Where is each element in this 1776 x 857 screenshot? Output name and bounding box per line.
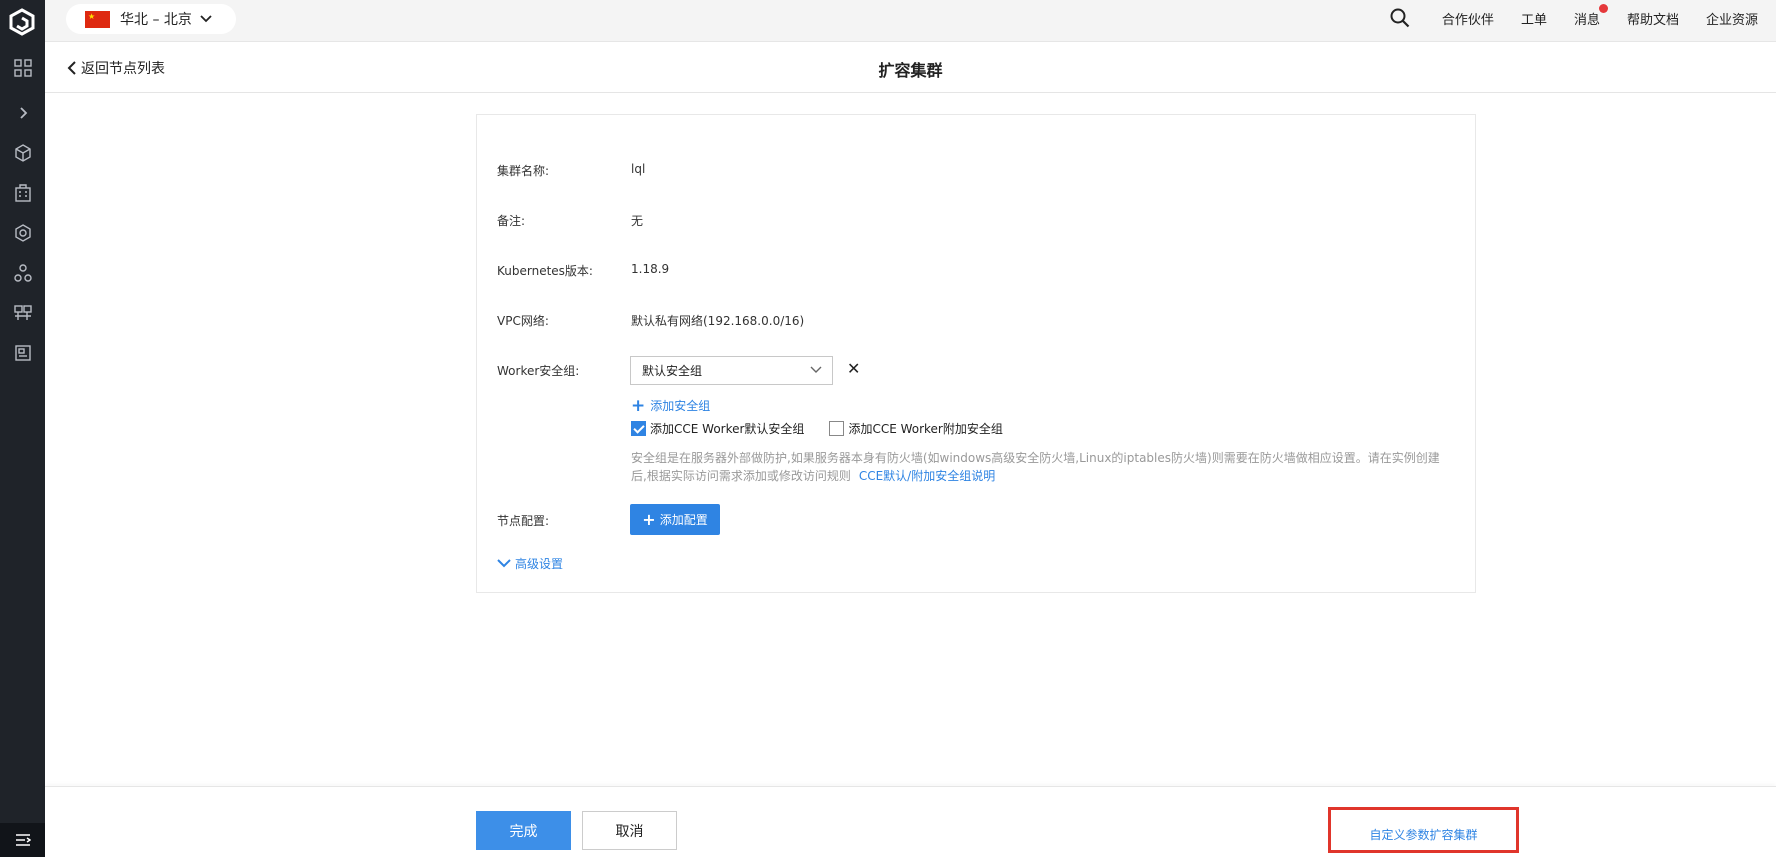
advanced-label: 高级设置 xyxy=(515,557,564,571)
top-nav: 合作伙伴 工单 消息 帮助文档 企业资源 xyxy=(1390,0,1776,36)
nav-messages[interactable]: 消息 xyxy=(1573,3,1608,28)
sg-checkbox-row: 添加CCE Worker默认安全组 添加CCE Worker附加安全组 xyxy=(631,420,1028,437)
dashboard-grid-icon[interactable] xyxy=(0,50,45,86)
worker-sg-select[interactable]: 默认安全组 xyxy=(630,356,833,385)
worker-sg-selected: 默认安全组 xyxy=(642,364,703,378)
chevron-down-icon xyxy=(200,15,212,23)
cce-default-sg-label[interactable]: 添加CCE Worker默认安全组 xyxy=(650,420,804,437)
add-config-button[interactable]: + 添加配置 xyxy=(630,504,720,535)
nav-enterprise[interactable]: 企业资源 xyxy=(1706,9,1758,28)
cluster-name-label: 集群名称: xyxy=(497,164,550,178)
add-sg-label: 添加安全组 xyxy=(650,399,711,413)
cancel-button[interactable]: 取消 xyxy=(582,811,677,850)
scale-cluster-form: 集群名称: lql 备注: 无 Kubernetes版本: 1.18.9 VPC… xyxy=(476,114,1476,593)
cce-extra-sg-label[interactable]: 添加CCE Worker附加安全组 xyxy=(848,420,1002,437)
custom-params-label: 自定义参数扩容集群 xyxy=(1369,827,1478,842)
custom-params-scale-link[interactable]: 自定义参数扩容集群 xyxy=(1328,807,1519,853)
image-registry-icon[interactable] xyxy=(0,335,45,371)
region-selector[interactable]: ★ 华北 – 北京 xyxy=(66,4,236,34)
search-icon[interactable] xyxy=(1390,8,1410,28)
add-config-label: 添加配置 xyxy=(659,513,708,527)
k8s-version-label: Kubernetes版本: xyxy=(497,264,593,278)
cce-extra-sg-checkbox[interactable] xyxy=(829,421,845,436)
k8s-version-value: 1.18.9 xyxy=(631,262,670,276)
plus-icon: + xyxy=(642,509,656,529)
vpc-label: VPC网络: xyxy=(497,314,549,328)
done-button[interactable]: 完成 xyxy=(476,811,571,850)
notification-dot xyxy=(1598,3,1608,13)
chevron-down-icon xyxy=(810,366,822,373)
node-config-label: 节点配置: xyxy=(497,514,550,528)
top-bar: ★ 华北 – 北京 合作伙伴 工单 消息 帮助文档 企业资源 xyxy=(45,0,1776,42)
remove-sg-icon[interactable]: ✕ xyxy=(847,361,860,377)
chevron-down-icon xyxy=(497,559,511,568)
sg-help-body: 安全组是在服务器外部做防护,如果服务器本身有防火墙(如windows高级安全防火… xyxy=(631,451,1440,483)
china-flag-icon: ★ xyxy=(85,10,110,28)
region-label: 华北 – 北京 xyxy=(120,12,192,28)
expand-sidebar-icon[interactable] xyxy=(0,95,45,131)
sg-help-text: 安全组是在服务器外部做防护,如果服务器本身有防火墙(如windows高级安全防火… xyxy=(631,449,1446,485)
remark-label: 备注: xyxy=(497,214,526,228)
logo-icon[interactable] xyxy=(5,7,39,37)
cluster-nodes-icon[interactable] xyxy=(0,255,45,291)
target-icon[interactable] xyxy=(0,215,45,251)
page-header: 返回节点列表 扩容集群 xyxy=(45,43,1776,93)
add-security-group-link[interactable]: + 添加安全组 xyxy=(631,397,710,414)
cube-icon[interactable] xyxy=(0,135,45,171)
worker-sg-label: Worker安全组: xyxy=(497,364,580,378)
nav-partners[interactable]: 合作伙伴 xyxy=(1442,9,1494,28)
left-sidebar xyxy=(0,0,45,857)
page-title: 扩容集群 xyxy=(878,61,943,80)
building-icon[interactable] xyxy=(0,175,45,211)
menu-list-icon[interactable] xyxy=(0,823,45,857)
sg-help-link[interactable]: CCE默认/附加安全组说明 xyxy=(859,469,995,483)
nav-help-docs[interactable]: 帮助文档 xyxy=(1627,9,1679,28)
advanced-settings-toggle[interactable]: 高级设置 xyxy=(497,555,563,572)
remark-value: 无 xyxy=(631,214,644,228)
cce-default-sg-checkbox[interactable] xyxy=(631,421,646,436)
cluster-name-value: lql xyxy=(631,162,646,176)
network-icon[interactable] xyxy=(0,295,45,331)
plus-icon: + xyxy=(631,395,646,416)
footer-bar: 完成 取消 自定义参数扩容集群 xyxy=(45,786,1776,857)
nav-tickets[interactable]: 工单 xyxy=(1521,9,1547,28)
vpc-value: 默认私有网络(192.168.0.0/16) xyxy=(631,314,805,328)
nav-messages-label: 消息 xyxy=(1573,12,1600,28)
